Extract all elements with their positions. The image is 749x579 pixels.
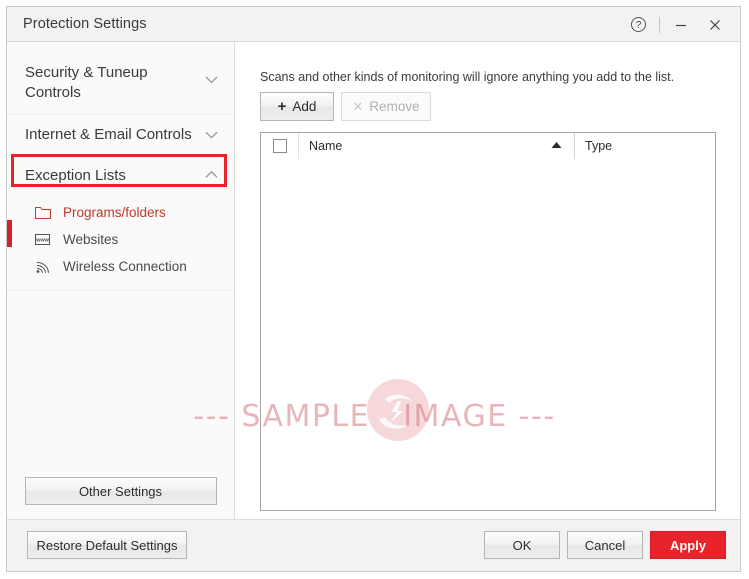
table-header-row: Name Type	[261, 133, 715, 160]
sidebar-item-wireless-connection[interactable]: Wireless Connection	[7, 253, 234, 280]
titlebar-separator	[659, 16, 660, 33]
exception-list-table: Name Type	[260, 132, 716, 511]
chevron-down-icon	[205, 125, 218, 145]
sidebar-item-internet-email-controls[interactable]: Internet & Email Controls	[7, 115, 234, 156]
minimize-button[interactable]	[664, 8, 698, 41]
sidebar-nav: Security & Tuneup Controls Internet & Em…	[7, 42, 234, 519]
title-bar: Protection Settings ?	[7, 7, 740, 42]
table-header-name-label: Name	[309, 139, 343, 153]
add-button-label: Add	[292, 99, 317, 114]
plus-icon: +	[277, 98, 287, 115]
sidebar-item-programs-folders[interactable]: Programs/folders	[7, 199, 234, 226]
close-button[interactable]	[698, 8, 732, 41]
remove-button[interactable]: ✕ Remove	[341, 92, 431, 121]
sidebar: Security & Tuneup Controls Internet & Em…	[7, 42, 235, 519]
sidebar-item-security-tuneup-controls[interactable]: Security & Tuneup Controls	[7, 42, 234, 115]
svg-text:www: www	[35, 238, 50, 244]
protection-settings-screenshot: Protection Settings ? Security & Tuneup …	[0, 0, 749, 579]
wireless-signal-icon	[35, 260, 57, 274]
sidebar-item-exception-lists[interactable]: Exception Lists	[7, 155, 234, 195]
dialog-footer: Restore Default Settings OK Cancel Apply	[7, 519, 740, 571]
add-button[interactable]: + Add	[260, 92, 334, 121]
x-icon: ✕	[352, 99, 364, 114]
apply-button[interactable]: Apply	[650, 531, 726, 559]
sidebar-subitem-label: Wireless Connection	[63, 259, 187, 274]
other-settings-container: Other Settings	[7, 477, 234, 505]
other-settings-button[interactable]: Other Settings	[24, 477, 217, 505]
exception-lists-subitems: Programs/folders www Websites Wireless C…	[7, 195, 234, 291]
footer-action-buttons: OK Cancel Apply	[484, 531, 726, 559]
svg-text:?: ?	[635, 20, 641, 31]
window-title: Protection Settings	[23, 16, 147, 32]
minimize-icon	[676, 24, 686, 26]
content-description: Scans and other kinds of monitoring will…	[260, 70, 675, 84]
table-header-name[interactable]: Name	[299, 133, 575, 159]
remove-button-label: Remove	[369, 99, 420, 114]
help-button[interactable]: ?	[621, 8, 655, 41]
selection-indicator	[7, 220, 12, 247]
table-body[interactable]	[261, 159, 715, 510]
title-bar-buttons: ?	[621, 7, 732, 42]
chevron-down-icon	[205, 70, 218, 90]
www-icon: www	[35, 233, 57, 246]
table-header-type[interactable]: Type	[575, 133, 715, 159]
restore-default-settings-button[interactable]: Restore Default Settings	[27, 531, 187, 559]
table-header-select-all[interactable]	[261, 133, 299, 159]
sidebar-item-websites[interactable]: www Websites	[7, 226, 234, 253]
cancel-button[interactable]: Cancel	[567, 531, 643, 559]
table-header-type-label: Type	[585, 139, 613, 153]
protection-settings-window: Protection Settings ? Security & Tuneup …	[6, 6, 741, 572]
sidebar-section-label: Security & Tuneup Controls	[25, 64, 148, 101]
sidebar-subitem-label: Websites	[63, 232, 119, 247]
sort-ascending-icon	[551, 142, 562, 151]
main-content: Scans and other kinds of monitoring will…	[236, 42, 740, 519]
list-action-buttons: + Add ✕ Remove	[260, 92, 431, 121]
folder-icon	[35, 206, 57, 219]
sidebar-section-label: Exception Lists	[25, 166, 126, 184]
chevron-up-icon	[205, 166, 218, 186]
ok-button[interactable]: OK	[484, 531, 560, 559]
exception-lists-group: Exception Lists	[7, 153, 234, 195]
help-icon: ?	[630, 17, 646, 32]
select-all-checkbox[interactable]	[272, 139, 287, 153]
close-icon	[710, 19, 720, 30]
sidebar-subitem-label: Programs/folders	[63, 205, 166, 220]
sidebar-section-label: Internet & Email Controls	[25, 126, 192, 143]
